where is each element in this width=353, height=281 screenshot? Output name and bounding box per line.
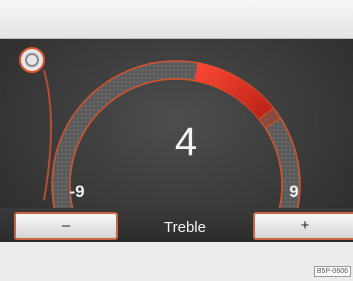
setting-label: Treble <box>164 219 206 236</box>
treble-value: 4 <box>174 120 198 164</box>
gauge-min-label: -9 <box>69 182 85 201</box>
decrease-button[interactable]: – <box>14 212 118 240</box>
increase-button[interactable]: + <box>253 212 353 240</box>
left-knob[interactable] <box>19 47 52 201</box>
gauge-max-label: 9 <box>289 182 299 201</box>
bottom-bar <box>0 242 353 281</box>
rotary-knob-icon[interactable] <box>19 47 45 73</box>
gauge-active-segment <box>194 62 274 120</box>
top-bar <box>0 0 353 39</box>
figure-code: B5P-0606 <box>313 266 351 277</box>
